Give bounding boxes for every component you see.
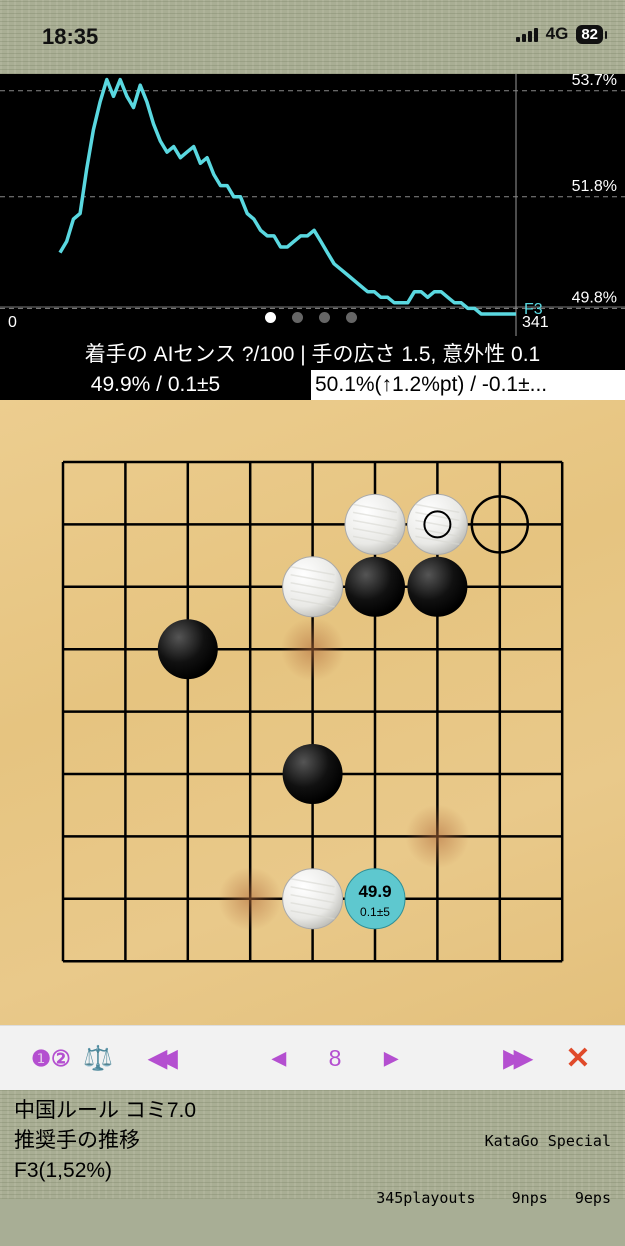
page-dot[interactable] xyxy=(265,312,276,323)
last-move-button[interactable]: ▶▶ xyxy=(486,1026,542,1091)
black-evaluation: 49.9% / 0.1±5 xyxy=(0,370,311,400)
go-board[interactable]: 49.9 0.1±5 xyxy=(0,400,625,1025)
go-board-svg: 49.9 0.1±5 xyxy=(61,460,564,963)
page-dot[interactable] xyxy=(346,312,357,323)
battery-icon: 82 xyxy=(576,24,607,44)
page-indicator[interactable] xyxy=(265,312,357,323)
candidate-score: 0.1±5 xyxy=(360,905,390,919)
candidate-winrate: 49.9 xyxy=(358,882,391,901)
black-stone xyxy=(407,556,468,617)
chart-x-end-label: 341 xyxy=(522,314,549,331)
black-stone xyxy=(282,744,343,804)
move-sense-caption: 着手の AIセンス ?/100 | 手の広さ 1.5, 意外性 0.1 xyxy=(84,343,541,366)
engine-name: KataGo Special xyxy=(484,1132,611,1150)
black-stone xyxy=(157,619,218,680)
white-evaluation: 50.1%(↑1.2%pt) / -0.1±... xyxy=(311,370,625,400)
hint-spot xyxy=(280,617,345,682)
hint-spot xyxy=(405,804,470,869)
nps-value: 9nps xyxy=(511,1189,548,1207)
black-stone xyxy=(345,556,405,617)
first-move-button[interactable]: ◀◀ xyxy=(132,1026,186,1091)
balance-icon[interactable]: ⚖️ xyxy=(80,1026,116,1091)
navigation-controls: ❶② ⚖️ ◀◀ ◀ 8 ▶ ▶▶ ✕ xyxy=(0,1025,625,1091)
rules-label: 中国ルール コミ7.0 xyxy=(14,1099,197,1122)
playouts-count: 345playouts xyxy=(376,1189,476,1207)
chart-y-tick-label: 49.8% xyxy=(572,289,617,306)
signal-icon xyxy=(515,26,538,42)
eps-value: 9eps xyxy=(574,1189,611,1207)
mode-label: 推奨手の推移 xyxy=(14,1129,140,1152)
footer: 中国ルール コミ7.0 推奨手の推移 F3(1,52%) KataGo Spec… xyxy=(0,1090,625,1207)
status-indicators: 4G 82 xyxy=(515,24,607,44)
prev-move-button[interactable]: ◀ xyxy=(264,1026,294,1091)
move-number: 8 xyxy=(328,1045,342,1071)
evaluation-bar: 49.9% / 0.1±5 50.1%(↑1.2%pt) / -0.1±... xyxy=(0,370,625,400)
footer-info: 中国ルール コミ7.0 推奨手の推移 F3(1,52%) xyxy=(14,1096,196,1186)
status-bar: 18:35 4G 82 xyxy=(0,0,625,74)
chart-y-tick-label: 51.8% xyxy=(572,178,617,195)
page-dot[interactable] xyxy=(292,312,303,323)
chart-y-tick-label: 53.7% xyxy=(572,74,617,89)
chart-x-start-label: 0 xyxy=(8,314,17,331)
best-move-label: F3(1,52%) xyxy=(14,1159,113,1182)
close-button[interactable]: ✕ xyxy=(558,1026,598,1091)
status-time: 18:35 xyxy=(42,24,99,49)
winrate-chart-svg: 53.7%51.8%49.8%F3 xyxy=(0,74,625,336)
engine-info: KataGo Special 345playouts 9nps 9eps xyxy=(376,1094,611,1246)
battery-level: 82 xyxy=(581,25,598,43)
winrate-chart[interactable]: 53.7% 51.8% 49.8% F3 0 341 xyxy=(0,74,625,370)
next-move-button[interactable]: ▶ xyxy=(376,1026,406,1091)
network-type: 4G xyxy=(545,24,569,43)
move-numbers-toggle[interactable]: ❶② xyxy=(26,1026,76,1091)
page-dot[interactable] xyxy=(319,312,330,323)
hint-spot xyxy=(218,866,283,931)
